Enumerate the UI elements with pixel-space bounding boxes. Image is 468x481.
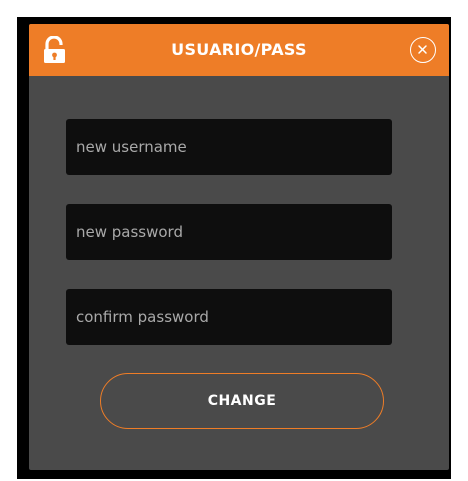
new-password-input[interactable]: [66, 204, 392, 260]
unlocked-padlock-icon: [41, 35, 69, 64]
dialog-title: USUARIO/PASS: [171, 40, 307, 59]
confirm-password-input[interactable]: [66, 289, 392, 345]
change-button[interactable]: CHANGE: [100, 373, 384, 429]
change-credentials-dialog: USUARIO/PASS CHANGE: [29, 24, 449, 470]
close-button[interactable]: [410, 37, 436, 63]
new-username-input[interactable]: [66, 119, 392, 175]
close-icon: [418, 45, 427, 54]
dialog-header: USUARIO/PASS: [29, 24, 449, 76]
